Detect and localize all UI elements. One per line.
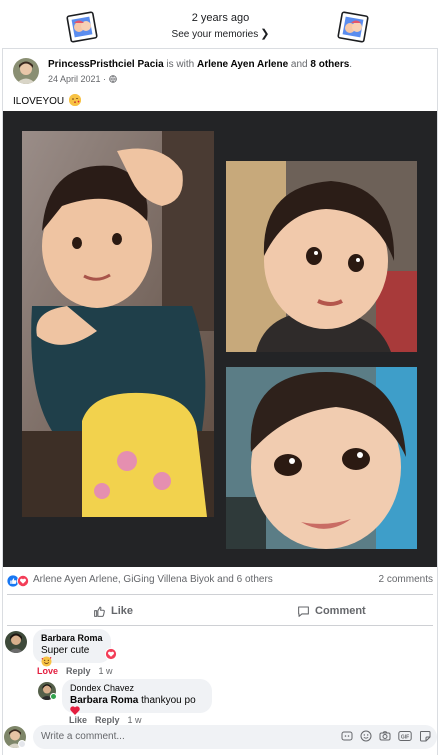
camera-icon[interactable]: [379, 730, 391, 742]
online-status-dot: [50, 693, 57, 700]
like-label: Like: [111, 605, 134, 617]
comment-text-content: Super cute: [41, 645, 90, 656]
author-avatar[interactable]: [13, 58, 39, 84]
comment-composer: Write a comment... GIF: [4, 725, 437, 751]
globe-icon: [108, 75, 117, 83]
reply-text: Barbara Roma thankyou po: [70, 695, 204, 717]
comment-text: Super cute: [41, 645, 103, 668]
comment-button[interactable]: Comment: [297, 600, 366, 622]
red-heart-icon: [70, 706, 80, 715]
kiss-emoji-icon: [68, 94, 81, 106]
comment-time[interactable]: 1 w: [99, 666, 113, 676]
commenter-name[interactable]: Barbara Roma: [41, 633, 103, 643]
post-date[interactable]: 24 April 2021 ·: [48, 74, 117, 84]
comment-love-reaction-icon: [104, 647, 118, 663]
chevron-right-icon: ❯: [260, 28, 270, 40]
avatar-sticker-icon[interactable]: [341, 730, 353, 742]
tagged-others[interactable]: 8 others: [310, 59, 349, 70]
svg-text:GIF: GIF: [401, 734, 409, 740]
reply-text-content: thankyou po: [141, 695, 196, 706]
reactions-summary[interactable]: Arlene Ayen Arlene, GiGing Villena Biyok…: [3, 573, 437, 589]
reaction-names: Arlene Ayen Arlene, GiGing Villena Biyok…: [33, 574, 273, 585]
thumbs-up-icon: [94, 606, 105, 617]
reply-reply-action[interactable]: Reply: [95, 715, 120, 725]
like-button[interactable]: Like: [93, 600, 133, 622]
reply-time[interactable]: 1 w: [128, 715, 142, 725]
composer-icons: GIF: [341, 730, 431, 742]
comment-actions: Love Reply 1 w: [37, 666, 121, 676]
comment-bubble: Barbara Roma Super cute: [33, 629, 111, 667]
post-text: ILOVEYOU: [13, 94, 81, 107]
love-action[interactable]: Love: [37, 666, 58, 676]
commenter-avatar[interactable]: [5, 631, 27, 653]
photo-grid: [3, 111, 437, 567]
comment-input[interactable]: Write a comment... GIF: [33, 725, 437, 749]
post-photo[interactable]: [226, 161, 417, 352]
reply-bubble: Dondex Chavez Barbara Roma thankyou po: [62, 679, 212, 715]
tagged-name[interactable]: Arlene Ayen Arlene: [197, 59, 288, 70]
divider: [7, 625, 433, 626]
author-name[interactable]: PrincessPristhciel Pacia: [48, 59, 164, 70]
comment-input-placeholder: Write a comment...: [41, 731, 125, 742]
see-memories-label: See your memories: [171, 29, 259, 40]
gif-icon[interactable]: GIF: [398, 730, 412, 742]
post-date-text: 24 April 2021 ·: [48, 74, 107, 84]
post-photo[interactable]: [22, 131, 214, 517]
comment-count[interactable]: 2 comments: [379, 574, 433, 585]
divider: [7, 594, 433, 595]
see-memories-link[interactable]: See your memories ❯: [0, 27, 441, 40]
reply-mention[interactable]: Barbara Roma: [70, 695, 138, 706]
post-text-content: ILOVEYOU: [13, 96, 65, 107]
memory-frame-icon: [337, 11, 369, 43]
sticker-icon[interactable]: [419, 730, 431, 742]
reply-like-action[interactable]: Like: [69, 715, 87, 725]
and-text: and: [290, 59, 308, 70]
like-reaction-icon: [7, 575, 19, 587]
reply-action[interactable]: Reply: [66, 666, 91, 676]
memory-header: 2 years ago See your memories ❯: [0, 0, 441, 46]
emoji-icon[interactable]: [360, 730, 372, 742]
love-reaction-icon: [16, 575, 29, 587]
post-photo[interactable]: [226, 367, 417, 549]
post-card: PrincessPristhciel Pacia is with Arlene …: [2, 48, 438, 755]
replier-name[interactable]: Dondex Chavez: [70, 683, 204, 693]
chevron-down-icon[interactable]: [18, 740, 26, 748]
comment-icon: [298, 606, 309, 617]
comment-label: Comment: [315, 605, 366, 617]
reply-actions: Like Reply 1 w: [69, 715, 150, 725]
memory-years-ago: 2 years ago: [191, 12, 250, 24]
reaction-icons: [7, 575, 31, 587]
with-text: is with: [166, 59, 195, 70]
post-header: PrincessPristhciel Pacia is with Arlene …: [48, 59, 353, 70]
